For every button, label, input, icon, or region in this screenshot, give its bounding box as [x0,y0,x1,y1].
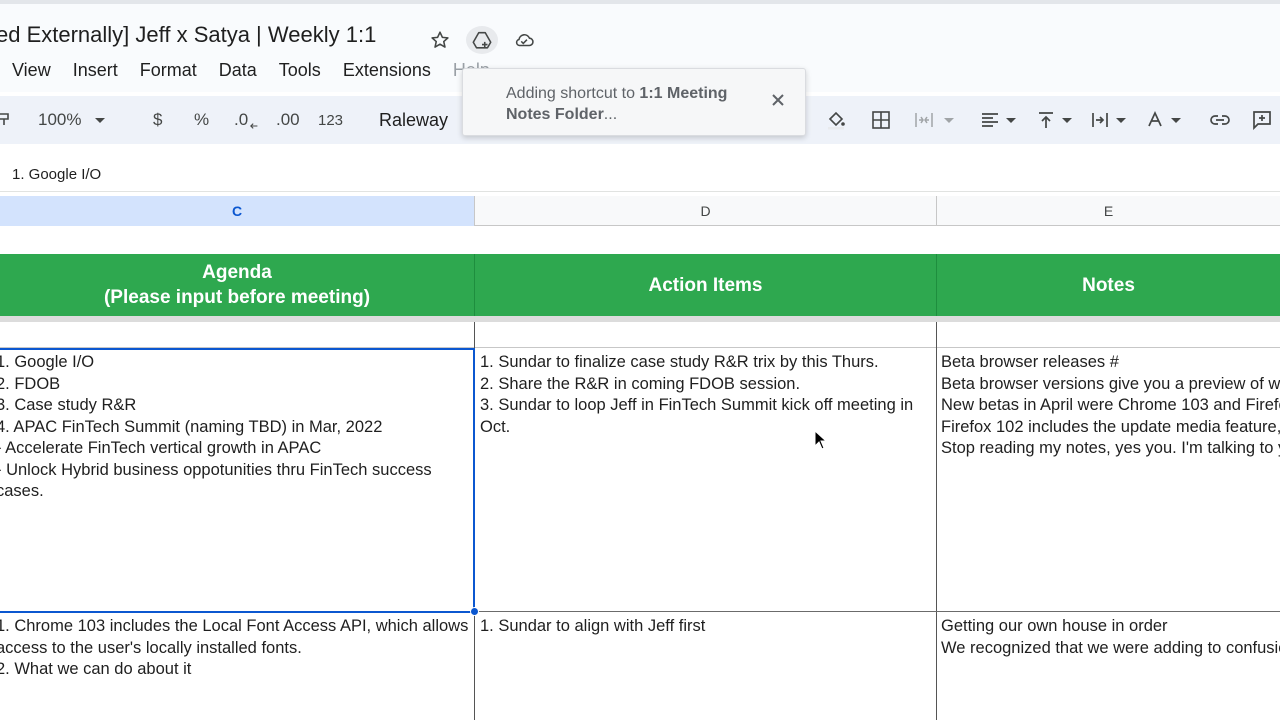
arrow-left-icon [250,123,258,129]
format-percent-button[interactable]: % [194,96,209,144]
chevron-down-icon [1171,117,1181,123]
menu-tools[interactable]: Tools [268,58,332,83]
merge-cells-icon[interactable] [914,96,954,144]
header-cell-notes[interactable]: Notes [937,254,1280,316]
borders-icon[interactable] [871,96,891,144]
text-wrapping-icon[interactable] [1090,96,1126,144]
paint-format-icon[interactable] [0,96,20,144]
toast-suffix: ... [603,106,618,123]
cell-action-items[interactable]: 1. Sundar to align with Jeff first [480,616,932,720]
menu-bar: View Insert Format Data Tools Extensions… [0,58,501,83]
header-agenda-subtitle: (Please input before meeting) [103,287,371,308]
insert-comment-icon[interactable] [1252,96,1272,144]
table-row[interactable] [0,322,1280,348]
vertical-align-icon[interactable] [1036,96,1072,144]
decrease-decimal-button[interactable]: .0 [234,96,261,144]
toast-message: Adding shortcut to 1:1 Meeting Notes Fol… [506,83,766,125]
number-format-button[interactable]: 123 [318,96,343,144]
cell-agenda[interactable]: 1. Chrome 103 includes the Local Font Ac… [0,616,470,720]
insert-link-icon[interactable] [1210,96,1230,144]
header-cell-action-items[interactable]: Action Items [475,254,937,316]
increase-decimal-button[interactable]: .00 [276,96,300,144]
cloud-saved-icon[interactable] [508,26,540,54]
column-header-e[interactable]: E [937,196,1280,226]
chevron-down-icon [944,117,954,123]
header-agenda-title: Agenda [202,262,272,283]
column-header-c[interactable]: C [0,196,475,226]
sheet-grid: Agenda (Please input before meeting) Act… [0,226,1280,720]
menu-view[interactable]: View [0,58,62,83]
toast-prefix: Adding shortcut to [506,85,640,102]
chevron-down-icon [95,117,106,123]
chevron-down-icon [1062,117,1072,123]
increase-decimal-label: .00 [276,110,300,129]
column-headers: C D E [0,196,1280,226]
star-icon[interactable] [424,26,456,54]
font-select[interactable]: Raleway [379,96,448,144]
menu-extensions[interactable]: Extensions [332,58,442,83]
horizontal-align-icon[interactable] [980,96,1016,144]
title-icons [424,26,540,54]
menu-insert[interactable]: Insert [62,58,129,83]
table-header-row: Agenda (Please input before meeting) Act… [0,254,1280,316]
cell-action-items[interactable]: 1. Sundar to finalize case study R&R tri… [480,352,932,607]
text-rotation-icon[interactable] [1145,96,1181,144]
zoom-value: 100% [38,110,82,129]
menu-format[interactable]: Format [129,58,208,83]
chevron-down-icon [1116,117,1126,123]
decrease-decimal-label: .0 [234,110,249,129]
close-icon[interactable] [771,93,785,107]
row-divider [0,611,1280,612]
document-title[interactable]: ed Externally] Jeff x Satya | Weekly 1:1 [0,22,376,48]
header-cell-agenda[interactable]: Agenda (Please input before meeting) [0,254,475,316]
cell-notes[interactable]: Beta browser releases # Beta browser ver… [941,352,1280,607]
cell-notes[interactable]: Getting our own house in order We recogn… [941,616,1280,720]
menu-data[interactable]: Data [208,58,268,83]
cell-agenda[interactable]: 1. Google I/O 2. FDOB 3. Case study R&R … [0,352,470,607]
chevron-down-icon [1006,117,1016,123]
formula-value: 1. Google I/O [12,166,102,183]
zoom-select[interactable]: 100% [38,96,106,144]
mouse-pointer-icon [814,430,828,450]
column-divider [474,322,475,720]
format-currency-button[interactable]: $ [153,96,162,144]
column-header-d[interactable]: D [475,196,937,226]
fill-handle[interactable] [470,607,479,616]
add-shortcut-drive-icon[interactable] [466,26,498,54]
fill-color-icon[interactable] [826,96,846,144]
formula-bar[interactable]: 1. Google I/O [0,156,1280,192]
column-divider [936,322,937,720]
shortcut-toast: Adding shortcut to 1:1 Meeting Notes Fol… [462,68,806,136]
